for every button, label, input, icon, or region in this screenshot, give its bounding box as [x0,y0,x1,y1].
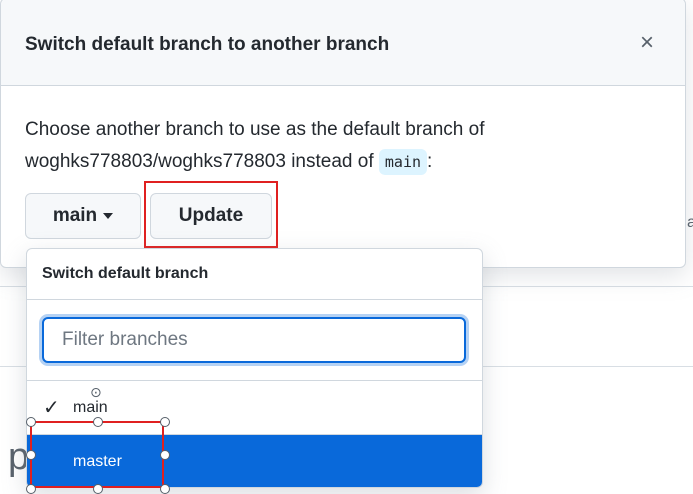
update-button-label: Update [178,205,244,226]
branch-select-label: main [52,205,98,226]
dialog-title: Switch default branch to another branch [25,34,390,55]
resize-handle[interactable] [93,484,103,494]
background-text: a [687,214,693,231]
resize-handle[interactable] [26,484,36,494]
dialog-header: Switch default branch to another branch … [1,0,685,86]
close-button[interactable]: × [635,29,659,56]
branch-item-label: main [73,399,108,416]
resize-handle[interactable] [160,484,170,494]
resize-handle[interactable] [160,450,170,460]
close-icon: × [639,29,654,56]
dialog-description: Choose another branch to use as the defa… [25,114,585,178]
caret-down-icon [103,213,114,219]
current-branch-code: main [378,149,428,175]
selection-highlight [30,421,164,488]
rotate-handle-icon: ⊙ [90,384,102,400]
check-icon: ✓ [43,397,60,419]
filter-branches-input[interactable] [42,317,466,363]
branch-select-button[interactable]: main [25,193,141,239]
resize-handle[interactable] [26,417,36,427]
page: a p Switch default branch to another bra… [0,0,693,494]
filter-container [27,300,482,381]
update-button[interactable]: Update [150,193,272,239]
resize-handle[interactable] [160,417,170,427]
description-suffix: : [427,151,433,172]
description-line-1: Choose another branch to use as the defa… [25,119,485,140]
resize-handle[interactable] [93,417,103,427]
dropdown-header: Switch default branch [27,249,482,300]
resize-handle[interactable] [26,450,36,460]
description-line-2: woghks778803/woghks778803 instead of [25,151,374,172]
